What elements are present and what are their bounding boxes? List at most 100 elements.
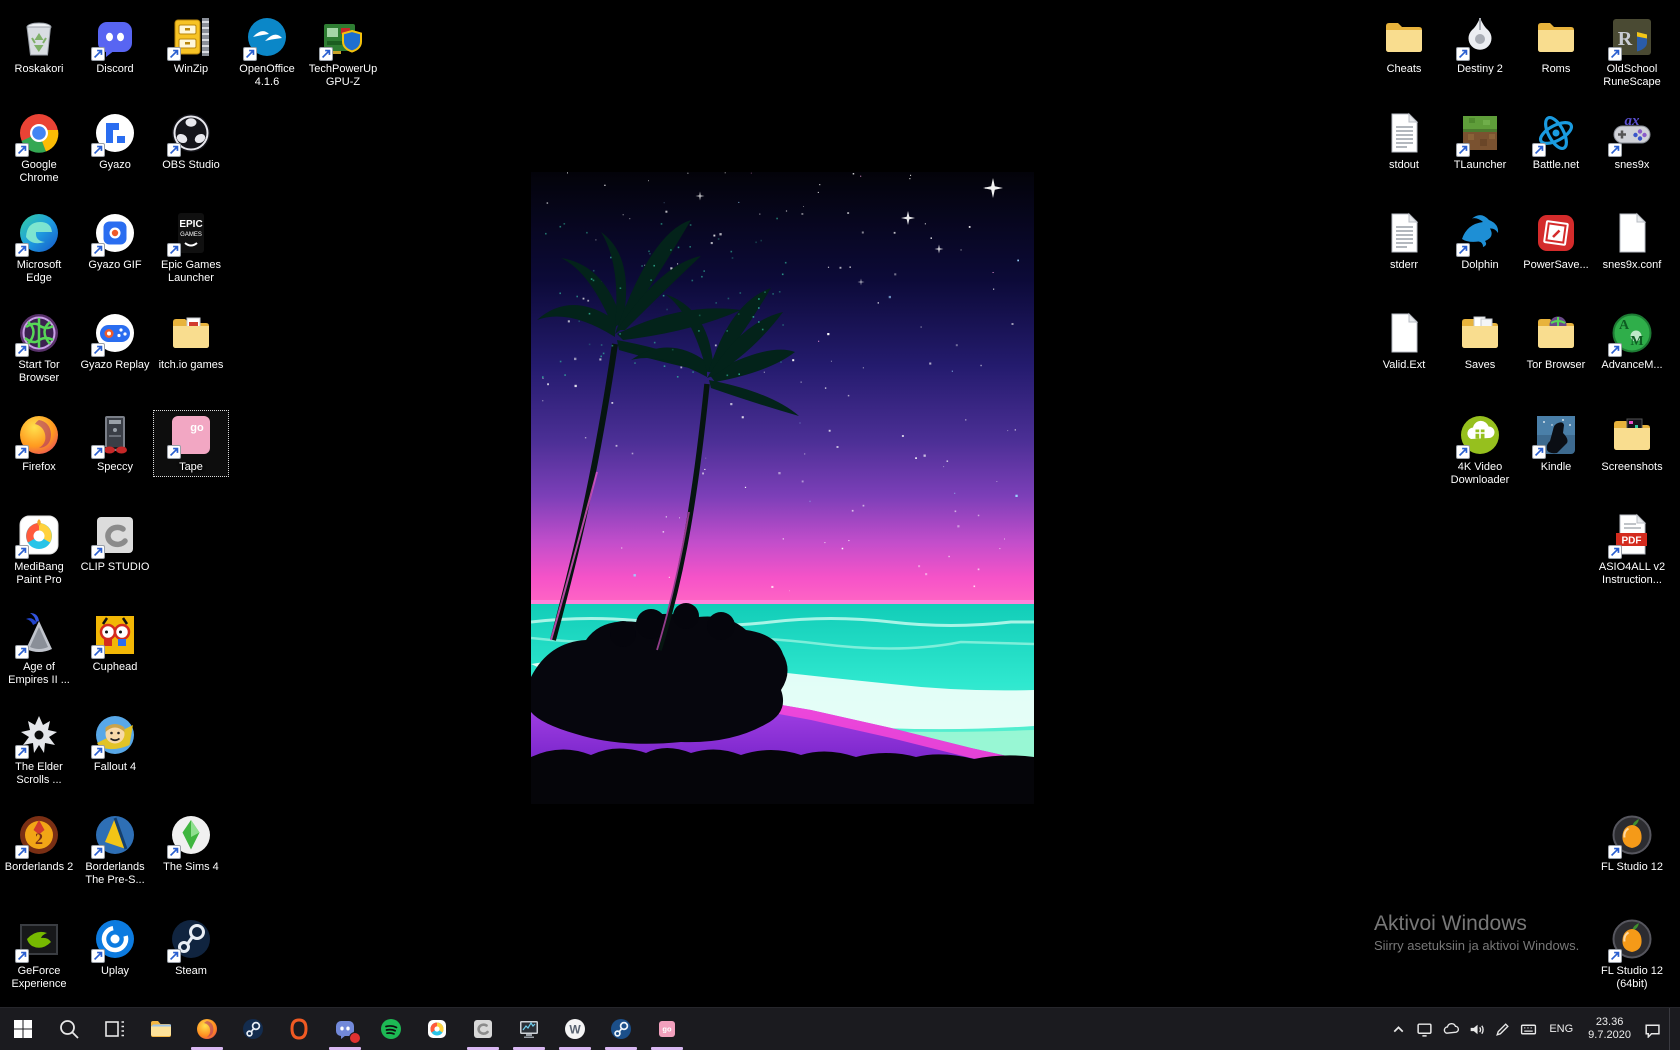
taskbar-button-task-view[interactable]	[92, 1008, 138, 1050]
display-icon[interactable]	[1416, 1021, 1433, 1038]
taskbar-button-discord[interactable]	[322, 1008, 368, 1050]
desktop-icon-kindle[interactable]: Kindle	[1518, 410, 1594, 477]
desktop-icon-fl-studio-12[interactable]: FL Studio 12	[1594, 810, 1670, 877]
desktop-icon-snes9x-conf[interactable]: snes9x.conf	[1594, 208, 1670, 275]
icon-label: TechPowerUp GPU-Z	[308, 63, 378, 88]
desktop-icon-tor-browser[interactable]: Tor Browser	[1518, 308, 1594, 375]
desktop-icon-gyazo[interactable]: Gyazo	[77, 108, 153, 175]
desktop-icon-geforce[interactable]: GeForce Experience	[1, 914, 77, 994]
desktop-icon-itch-io-games[interactable]: itch.io games	[153, 308, 229, 375]
taskbar-button-search[interactable]	[46, 1008, 92, 1050]
desktop-icon-oldschool[interactable]: R OldSchool RuneScape	[1594, 12, 1670, 92]
onedrive-cloud-icon[interactable]	[1442, 1021, 1460, 1038]
desktop-icon-gyazo-replay[interactable]: Gyazo Replay	[77, 308, 153, 375]
language-indicator[interactable]: ENG	[1546, 1023, 1576, 1035]
firefox-icon	[195, 1017, 219, 1041]
show-desktop-button[interactable]	[1669, 1008, 1676, 1050]
taskbar-button-speccy-monitor[interactable]	[506, 1008, 552, 1050]
desktop-icon-asio4all-v2[interactable]: PDF ASIO4ALL v2 Instruction...	[1594, 510, 1670, 590]
taskbar-clock[interactable]: 23.36 9.7.2020	[1585, 1016, 1634, 1042]
desktop-icon-battle-net[interactable]: Battle.net	[1518, 108, 1594, 175]
desktop-icon-steam[interactable]: Steam	[153, 914, 229, 981]
desktop-icon-tape[interactable]: go Tape	[153, 410, 229, 477]
desktop-icon-fl-studio-12[interactable]: FL Studio 12 (64bit)	[1594, 914, 1670, 994]
desktop-icon-the-elder[interactable]: The Elder Scrolls ...	[1, 710, 77, 790]
desktop-icon-powersave[interactable]: PowerSave...	[1518, 208, 1594, 275]
clipstudio-icon	[91, 512, 138, 559]
desktop-icon-google[interactable]: Google Chrome	[1, 108, 77, 188]
desktop-icon-dolphin[interactable]: Dolphin	[1442, 208, 1518, 275]
shortcut-arrow-icon	[319, 47, 333, 61]
taskbar-button-steam-game[interactable]	[598, 1008, 644, 1050]
taskbar-button-steam[interactable]	[230, 1008, 276, 1050]
desktop-icon-stdout[interactable]: stdout	[1366, 108, 1442, 175]
desktop-icon-cuphead[interactable]: Cuphead	[77, 610, 153, 677]
desktop-icon-advancem[interactable]: A M AdvanceM...	[1594, 308, 1670, 375]
desktop-icon-screenshots[interactable]: Screenshots	[1594, 410, 1670, 477]
touch-keyboard-icon[interactable]	[1520, 1021, 1537, 1038]
taskbar-button-tape[interactable]: go	[644, 1008, 690, 1050]
icon-label: Dolphin	[1461, 259, 1499, 271]
gyazo-icon	[91, 110, 138, 157]
desktop-icon-4k-video[interactable]: 4K Video Downloader	[1442, 410, 1518, 490]
desktop-icon-snes9x[interactable]: ax snes9x	[1594, 108, 1670, 175]
taskbar-button-wattpad[interactable]: W	[552, 1008, 598, 1050]
desktop-icon-epic-games[interactable]: EPIC GAMES Epic Games Launcher	[153, 208, 229, 288]
tlauncher-icon	[1456, 110, 1503, 157]
desktop-icon-age-of[interactable]: Age of Empires II ...	[1, 610, 77, 690]
desktop-icon-cheats[interactable]: Cheats	[1366, 12, 1442, 79]
desktop-icon-gyazo-gif[interactable]: Gyazo GIF	[77, 208, 153, 275]
icon-label: Screenshots	[1601, 461, 1663, 473]
taskbar-button-clip-studio[interactable]	[460, 1008, 506, 1050]
taskbar-button-start[interactable]	[0, 1008, 46, 1050]
desktop-icon-fallout-4[interactable]: Fallout 4	[77, 710, 153, 777]
desktop-icon-techpowerup[interactable]: TechPowerUp GPU-Z	[305, 12, 381, 92]
desktop-icon-valid-ext[interactable]: Valid.Ext	[1366, 308, 1442, 375]
desktop-icon-roskakori[interactable]: Roskakori	[1, 12, 77, 79]
taskbar-button-origin[interactable]	[276, 1008, 322, 1050]
shortcut-arrow-icon	[1608, 949, 1622, 963]
desktop-icon-stderr[interactable]: stderr	[1366, 208, 1442, 275]
icon-label: Borderlands The Pre-S...	[85, 861, 145, 886]
desktop-icon-start-tor[interactable]: Start Tor Browser	[1, 308, 77, 388]
hidden-icons-chevron-icon[interactable]	[1390, 1021, 1407, 1038]
desktop-icon-roms[interactable]: Roms	[1518, 12, 1594, 79]
desktop-icon-microsoft[interactable]: Microsoft Edge	[1, 208, 77, 288]
desktop-icon-uplay[interactable]: Uplay	[77, 914, 153, 981]
windows-ink-pen-icon[interactable]	[1494, 1021, 1511, 1038]
desktop-icon-winzip[interactable]: WinZip	[153, 12, 229, 79]
desktop-icon-obs-studio[interactable]: OBS Studio	[153, 108, 229, 175]
desktop-icon-speccy[interactable]: Speccy	[77, 410, 153, 477]
desktop-icon-the-sims-4[interactable]: The Sims 4	[153, 810, 229, 877]
taskbar-button-file-explorer[interactable]	[138, 1008, 184, 1050]
desktop-icon-borderlands-2[interactable]: 2 Borderlands 2	[1, 810, 77, 877]
shortcut-arrow-icon	[91, 143, 105, 157]
icon-label: Uplay	[100, 965, 130, 977]
taskbar-button-firefox[interactable]	[184, 1008, 230, 1050]
desktop-icon-tlauncher[interactable]: TLauncher	[1442, 108, 1518, 175]
folder-icon	[1533, 14, 1579, 60]
svg-text:A: A	[1619, 318, 1630, 333]
desktop-icon-destiny-2[interactable]: Destiny 2	[1442, 12, 1518, 79]
desktop-icon-medibang[interactable]: MediBang Paint Pro	[1, 510, 77, 590]
taskbar-button-spotify[interactable]	[368, 1008, 414, 1050]
desktop-icon-firefox[interactable]: Firefox	[1, 410, 77, 477]
desktop-icon-saves[interactable]: Saves	[1442, 308, 1518, 375]
shortcut-arrow-icon	[167, 445, 181, 459]
shortcut-arrow-icon	[167, 243, 181, 257]
icon-label: The Elder Scrolls ...	[15, 761, 63, 786]
svg-text:go: go	[662, 1025, 672, 1034]
taskbar-button-medibang[interactable]	[414, 1008, 460, 1050]
gyazoreplay-icon	[91, 310, 138, 357]
blps-icon	[91, 812, 138, 859]
desktop-icon-discord[interactable]: Discord	[77, 12, 153, 79]
shortcut-arrow-icon	[15, 949, 29, 963]
shortcut-arrow-icon	[1608, 143, 1622, 157]
desktop-icon-clip-studio[interactable]: CLIP STUDIO	[77, 510, 153, 577]
icon-label: OpenOffice 4.1.6	[239, 63, 295, 88]
desktop-icon-borderlands[interactable]: Borderlands The Pre-S...	[77, 810, 153, 890]
action-center-icon[interactable]	[1643, 1021, 1660, 1038]
desktop-icon-openoffice[interactable]: OpenOffice 4.1.6	[229, 12, 305, 92]
clock-date: 9.7.2020	[1588, 1029, 1631, 1041]
volume-icon[interactable]	[1468, 1021, 1485, 1038]
